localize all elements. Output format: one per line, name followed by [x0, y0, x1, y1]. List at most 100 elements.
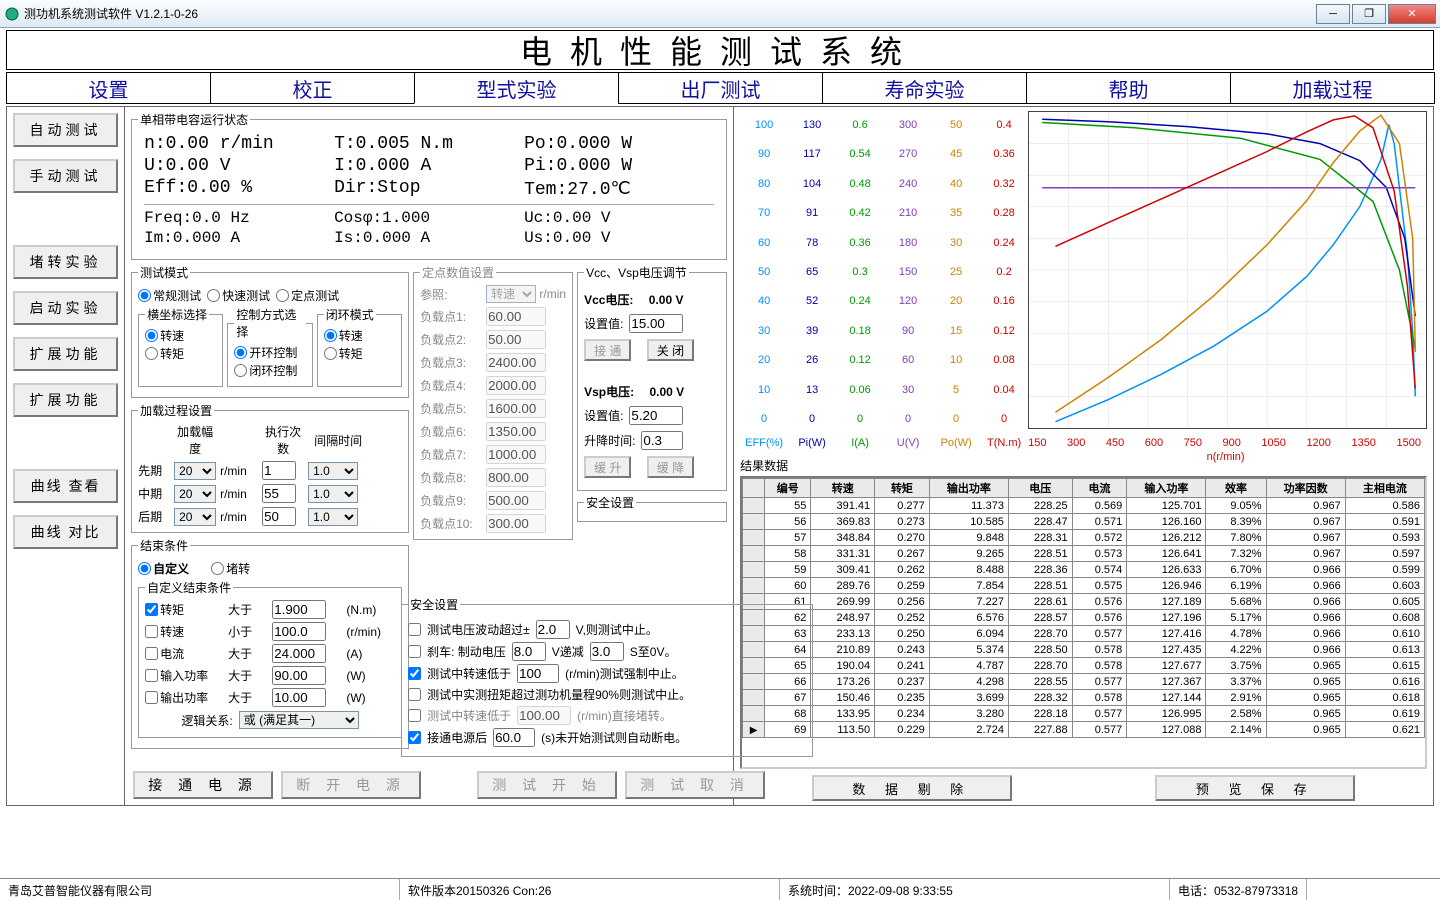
safe-c5[interactable] — [408, 709, 421, 722]
loadproc-group: 加载过程设置 加载幅度执行次数间隔时间先期20r/min1.0中期20r/min… — [131, 402, 409, 533]
tab-5[interactable]: 帮助 — [1026, 72, 1231, 104]
tab-3[interactable]: 出厂测试 — [618, 72, 823, 104]
logic-select[interactable]: 或 (满足其一) — [239, 711, 359, 729]
lp-c-2[interactable] — [262, 507, 296, 526]
result-table-wrap[interactable]: 编号转速转矩输出功率电压电流输入功率效率功率因数主相电流55391.410.27… — [740, 476, 1427, 769]
lp-v-0[interactable]: 20 — [174, 462, 216, 480]
loop-speed[interactable]: 转速 — [324, 327, 363, 344]
x-ticks: 1503004506007509001050120013501500 — [1028, 437, 1421, 449]
x-label: n(r/min) — [1030, 451, 1421, 463]
ramp-time-input[interactable] — [641, 431, 683, 450]
side-btn-4[interactable]: 扩展功能 — [13, 337, 118, 371]
lp-v-2[interactable]: 20 — [174, 508, 216, 526]
safe-c1[interactable] — [408, 623, 421, 636]
fp-1 — [486, 330, 546, 349]
end-chk-1[interactable]: 转速 — [145, 623, 222, 640]
maximize-button[interactable]: ❐ — [1352, 4, 1386, 24]
plot — [1028, 111, 1427, 429]
safe-v3[interactable] — [517, 664, 559, 683]
safe-c3[interactable] — [408, 667, 421, 680]
end-chk-3[interactable]: 输入功率 — [145, 667, 222, 684]
vcc-set-input[interactable] — [629, 314, 683, 333]
stat-Us: Us:0.00 V — [524, 229, 714, 247]
side-btn-5[interactable]: 扩展功能 — [13, 383, 118, 417]
safe-c2[interactable] — [408, 645, 421, 658]
lp-t-1[interactable]: 1.0 — [308, 485, 358, 503]
end-v-0[interactable] — [272, 600, 326, 619]
preview-save-button[interactable]: 预 览 保 存 — [1155, 775, 1355, 801]
footer-phone: 电话：0532-87973318 — [1170, 879, 1307, 900]
power-on-button[interactable]: 接 通 电 源 — [133, 771, 273, 799]
power-off-button[interactable]: 断 开 电 源 — [281, 771, 421, 799]
safe-c6[interactable] — [408, 731, 421, 744]
xaxis-speed[interactable]: 转速 — [145, 327, 184, 344]
safe-c4[interactable] — [408, 688, 421, 701]
safe-v6[interactable] — [493, 728, 535, 747]
end-custom[interactable]: 自定义 — [138, 560, 189, 577]
mode-fixed[interactable]: 定点测试 — [276, 287, 339, 304]
end-v-4[interactable] — [272, 688, 326, 707]
lp-t-2[interactable]: 1.0 — [308, 508, 358, 526]
fp-2 — [486, 353, 546, 372]
lp-v-1[interactable]: 20 — [174, 485, 216, 503]
tab-1[interactable]: 校正 — [210, 72, 415, 104]
xaxis-torque[interactable]: 转矩 — [145, 345, 184, 362]
side-btn-1[interactable]: 手动测试 — [13, 159, 118, 193]
stat-Is: Is:0.000 A — [334, 229, 524, 247]
vcc-off-button[interactable]: 关 闭 — [647, 339, 694, 361]
side-btn-2[interactable]: 堵转实验 — [13, 245, 118, 279]
end-v-1[interactable] — [272, 622, 326, 641]
mode-fast[interactable]: 快速测试 — [207, 287, 270, 304]
tab-6[interactable]: 加载过程 — [1230, 72, 1435, 104]
safe-v1[interactable] — [536, 620, 570, 639]
fp-0 — [486, 307, 546, 326]
vsp-set-input[interactable] — [629, 406, 683, 425]
footer-company: 青岛艾普智能仪器有限公司 — [0, 879, 400, 900]
side-btn-3[interactable]: 启动实验 — [13, 291, 118, 325]
test-cancel-button[interactable]: 测 试 取 消 — [625, 771, 765, 799]
right-panel: 1009080706050403020100130117104917865523… — [734, 106, 1434, 806]
fp-5 — [486, 422, 546, 441]
lp-c-1[interactable] — [262, 484, 296, 503]
loop-torque[interactable]: 转矩 — [324, 345, 363, 362]
tab-0[interactable]: 设置 — [6, 72, 211, 104]
stat-n: n:0.00 r/min — [144, 134, 334, 154]
ramp-down-button[interactable]: 缓 降 — [647, 456, 694, 478]
stat-Eff: Eff:0.00 % — [144, 178, 334, 200]
safe-v5 — [517, 706, 571, 725]
data-remove-button[interactable]: 数 据 剔 除 — [812, 775, 1012, 801]
sidebar: 自动测试手动测试堵转实验启动实验扩展功能扩展功能曲线 查看曲线 对比 — [6, 106, 125, 806]
ramp-up-button[interactable]: 缓 升 — [584, 456, 631, 478]
ctrl-closed[interactable]: 闭环控制 — [234, 362, 297, 379]
result-table: 编号转速转矩输出功率电压电流输入功率效率功率因数主相电流55391.410.27… — [742, 478, 1425, 738]
titlebar: 测功机系统测试软件 V1.2.1-0-26 ─ ❐ ✕ — [0, 0, 1440, 28]
minimize-button[interactable]: ─ — [1316, 4, 1350, 24]
lp-c-0[interactable] — [262, 461, 296, 480]
lp-t-0[interactable]: 1.0 — [308, 462, 358, 480]
mode-normal[interactable]: 常规测试 — [138, 287, 201, 304]
safe-v2a[interactable] — [512, 642, 546, 661]
side-btn-6[interactable]: 曲线 查看 — [13, 469, 118, 503]
end-chk-4[interactable]: 输出功率 — [145, 689, 222, 706]
tab-2[interactable]: 型式实验 — [414, 72, 619, 104]
fp-3 — [486, 376, 546, 395]
end-chk-2[interactable]: 电流 — [145, 645, 222, 662]
banner-title: 电机性能测试系统 — [6, 30, 1434, 70]
ctrl-open[interactable]: 开环控制 — [234, 344, 297, 361]
end-v-3[interactable] — [272, 666, 326, 685]
vcc-group: Vcc、Vsp电压调节 Vcc电压: 0.00 V 设置值: 接 通 关 闭 V… — [577, 264, 727, 491]
side-btn-7[interactable]: 曲线 对比 — [13, 515, 118, 549]
test-start-button[interactable]: 测 试 开 始 — [477, 771, 617, 799]
footer-version: 软件版本20150326 Con:26 — [400, 879, 780, 900]
end-chk-0[interactable]: 转矩 — [145, 601, 222, 618]
tab-4[interactable]: 寿命实验 — [822, 72, 1027, 104]
vcc-on-button[interactable]: 接 通 — [584, 339, 631, 361]
stat-I: I:0.000 A — [334, 156, 524, 176]
window-title: 测功机系统测试软件 V1.2.1-0-26 — [24, 5, 1314, 22]
end-stall[interactable]: 堵转 — [211, 560, 250, 577]
safe-group-real: 安全设置 测试电压波动超过±V,则测试中止。 刹车: 制动电压V递减S至0V。 … — [401, 596, 813, 757]
end-v-2[interactable] — [272, 644, 326, 663]
safe-v2b[interactable] — [590, 642, 624, 661]
side-btn-0[interactable]: 自动测试 — [13, 113, 118, 147]
close-button[interactable]: ✕ — [1388, 4, 1436, 24]
